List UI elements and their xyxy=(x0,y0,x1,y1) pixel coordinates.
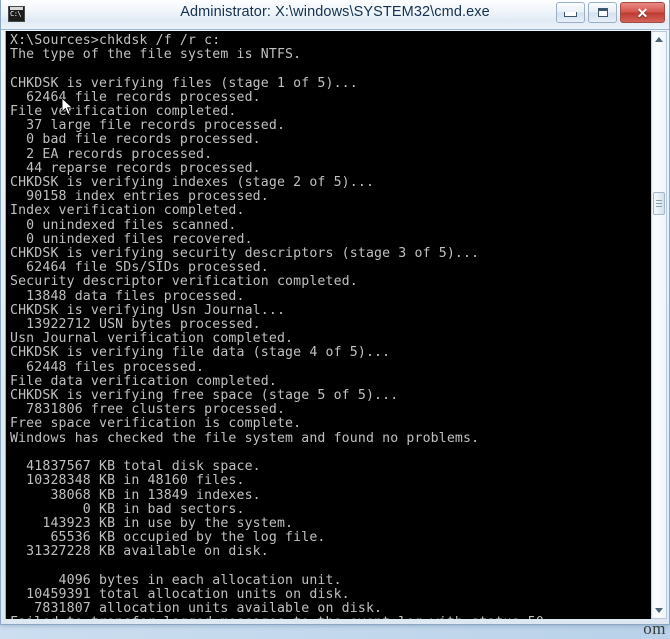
thumb-grip-line xyxy=(656,206,662,207)
window-titlebar[interactable]: C:\ Administrator: X:\windows\SYSTEM32\c… xyxy=(1,0,669,30)
cmd-window: C:\ Administrator: X:\windows\SYSTEM32\c… xyxy=(0,0,670,625)
close-icon: ✕ xyxy=(636,4,649,21)
chevron-down-icon xyxy=(655,608,663,613)
console-text: X:\Sources>chkdsk /f /r c: The type of t… xyxy=(10,33,552,619)
minimize-button[interactable] xyxy=(556,2,585,23)
watermark-text: om xyxy=(643,619,666,638)
maximize-icon xyxy=(597,8,608,17)
caption-button-group: ✕ xyxy=(556,2,665,23)
minimize-icon xyxy=(564,12,577,17)
console-output-area[interactable]: X:\Sources>chkdsk /f /r c: The type of t… xyxy=(5,31,651,619)
chevron-up-icon xyxy=(655,37,663,42)
window-client-area: X:\Sources>chkdsk /f /r c: The type of t… xyxy=(5,31,667,619)
scroll-up-button[interactable] xyxy=(652,32,666,47)
scrollbar-thumb[interactable] xyxy=(653,192,665,215)
thumb-grip-line xyxy=(656,203,662,204)
vertical-scrollbar[interactable] xyxy=(651,31,667,619)
scroll-down-button[interactable] xyxy=(652,603,666,618)
close-button[interactable]: ✕ xyxy=(620,2,665,23)
desktop-background: C:\ Administrator: X:\windows\SYSTEM32\c… xyxy=(0,0,670,639)
thumb-grip-line xyxy=(656,200,662,201)
maximize-button[interactable] xyxy=(588,2,617,23)
